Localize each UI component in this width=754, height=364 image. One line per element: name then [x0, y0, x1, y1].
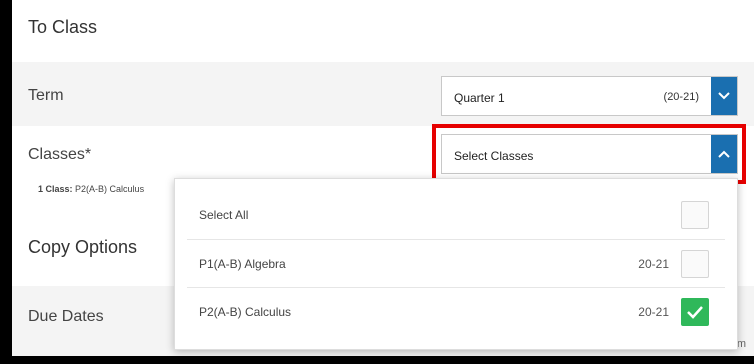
term-year: (20-21): [663, 91, 699, 103]
select-all-checkbox[interactable]: [681, 201, 709, 229]
term-selected-value: Quarter 1: [454, 91, 505, 105]
summary-names: P2(A-B) Calculus: [75, 184, 145, 194]
class-option-year: 20-21: [638, 257, 669, 271]
classes-highlight-box: [432, 124, 746, 184]
select-all-option[interactable]: Select All: [187, 191, 725, 239]
term-dropdown-button[interactable]: [711, 77, 737, 115]
class-option-label: P2(A-B) Calculus: [199, 305, 292, 319]
copy-options-label: Copy Options: [28, 237, 138, 257]
due-dates-tail-text: m: [736, 338, 746, 350]
section-title: To Class: [28, 17, 98, 37]
copy-to-class-panel: To Class Term Quarter 1 (20-21) Classes*…: [12, 0, 754, 356]
to-class-header: To Class: [12, 0, 754, 62]
check-icon: [687, 306, 703, 319]
class-option-algebra[interactable]: P1(A-B) Algebra 20-21: [187, 239, 725, 287]
class-option-label: P1(A-B) Algebra: [199, 257, 286, 271]
class-option-checkbox[interactable]: [681, 298, 709, 326]
class-option-year: 20-21: [638, 305, 669, 319]
chevron-down-icon: [718, 92, 730, 100]
class-option-checkbox[interactable]: [681, 250, 709, 278]
summary-count: 1 Class:: [38, 184, 73, 194]
term-label: Term: [28, 87, 64, 104]
classes-label: Classes*: [28, 146, 92, 163]
term-select[interactable]: Quarter 1 (20-21): [441, 76, 738, 116]
class-option-calculus[interactable]: P2(A-B) Calculus 20-21: [187, 287, 725, 335]
select-all-label: Select All: [199, 208, 249, 222]
selected-classes-summary: 1 Class: P2(A-B) Calculus: [38, 184, 144, 194]
due-dates-label: Due Dates: [28, 308, 104, 325]
term-row: Term Quarter 1 (20-21): [12, 62, 754, 126]
classes-dropdown-menu: Select All P1(A-B) Algebra 20-21 P2(A-B)…: [174, 178, 738, 350]
